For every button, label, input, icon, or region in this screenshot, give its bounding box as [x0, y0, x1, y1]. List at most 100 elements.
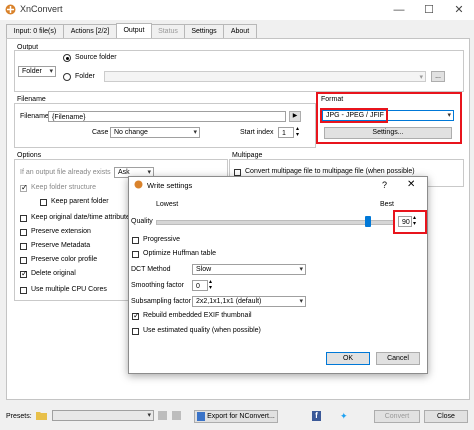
folder-label: Folder: [75, 73, 95, 80]
insert-variable-button[interactable]: ▶: [289, 111, 301, 122]
chevron-down-icon: ▾: [299, 298, 303, 305]
quality-slider-track[interactable]: [156, 220, 394, 225]
keep-original-date-checkbox[interactable]: [20, 215, 27, 222]
format-settings-button[interactable]: Settings...: [324, 127, 452, 139]
output-folder-select-value: Folder: [22, 68, 42, 75]
twitter-icon[interactable]: ✦: [340, 411, 350, 421]
keep-parent-folder-checkbox[interactable]: [40, 199, 47, 206]
spin-down-icon: ▾: [209, 285, 213, 291]
case-select-value: No change: [114, 129, 148, 136]
window-title: XnConvert: [20, 4, 63, 14]
tab-output[interactable]: Output: [116, 23, 152, 39]
quality-label: Quality: [131, 218, 153, 225]
chevron-down-icon: ▾: [193, 129, 197, 136]
convert-button[interactable]: Convert: [374, 410, 420, 423]
smoothing-input[interactable]: 0: [192, 280, 208, 291]
tab-status[interactable]: Status: [151, 24, 185, 38]
export-nconvert-button[interactable]: Export for NConvert...: [194, 410, 278, 423]
quality-spinner[interactable]: ▴ ▾: [413, 215, 416, 227]
close-window-button[interactable]: ✕: [444, 0, 474, 20]
format-section-label: Format: [321, 96, 344, 103]
progressive-label: Progressive: [143, 236, 180, 243]
delete-preset-icon[interactable]: [172, 411, 181, 420]
convert-multipage-label: Convert multipage file to multipage file…: [245, 168, 415, 175]
maximize-button[interactable]: ☐: [414, 0, 444, 20]
delete-original-checkbox[interactable]: [20, 269, 28, 278]
smoothing-spinner[interactable]: ▴ ▾: [209, 279, 212, 291]
spin-down-icon: ▾: [413, 221, 417, 227]
preserve-extension-checkbox[interactable]: [20, 229, 27, 236]
tab-actions[interactable]: Actions [2/2]: [63, 24, 117, 38]
arrow-right-icon: ▶: [292, 113, 298, 119]
filename-label: Filename: [20, 113, 49, 120]
presets-label: Presets:: [6, 413, 32, 420]
keep-original-date-label: Keep original date/time attribute: [31, 214, 130, 221]
filename-group: [14, 103, 316, 148]
quality-best-label: Best: [380, 201, 395, 208]
use-multiple-cpu-checkbox[interactable]: [20, 287, 27, 294]
if-exists-select-value: Ask: [118, 169, 130, 176]
subsampling-label: Subsampling factor: [131, 298, 191, 305]
dct-method-select[interactable]: Slow ▾: [192, 264, 306, 275]
keep-folder-structure-checkbox[interactable]: [20, 183, 28, 192]
quality-slider-thumb[interactable]: [365, 216, 372, 227]
browse-button[interactable]: ...: [431, 71, 445, 82]
start-index-input[interactable]: 1: [278, 127, 294, 138]
preserve-metadata-label: Preserve Metadata: [31, 242, 91, 249]
save-preset-icon[interactable]: [158, 411, 167, 420]
filename-section-label: Filename: [17, 96, 46, 103]
preserve-color-profile-checkbox[interactable]: [20, 257, 27, 264]
optimize-huffman-checkbox[interactable]: [132, 251, 139, 258]
source-folder-radio[interactable]: [63, 54, 71, 62]
chevron-down-icon: ▾: [49, 68, 53, 75]
quality-input[interactable]: 90: [398, 216, 412, 227]
app-logo-icon: [5, 4, 16, 15]
multipage-section-label: Multipage: [232, 152, 263, 159]
folder-radio[interactable]: [63, 73, 71, 81]
if-exists-label: If an output file already exists: [20, 169, 111, 176]
use-estimated-quality-checkbox[interactable]: [132, 328, 139, 335]
optimize-huffman-label: Optimize Huffman table: [143, 250, 217, 257]
facebook-icon[interactable]: f: [312, 411, 321, 421]
dct-method-label: DCT Method: [131, 266, 171, 273]
dialog-close-button[interactable]: ✕: [407, 179, 415, 190]
cancel-button[interactable]: Cancel: [376, 352, 420, 365]
presets-select[interactable]: ▾: [52, 410, 154, 421]
dct-method-value: Slow: [196, 266, 212, 273]
smoothing-label: Smoothing factor: [131, 282, 184, 289]
progressive-checkbox[interactable]: [132, 237, 139, 244]
help-button[interactable]: ?: [382, 180, 387, 190]
ok-button[interactable]: OK: [326, 352, 370, 365]
tab-input[interactable]: Input: 0 file(s): [6, 24, 64, 38]
rebuild-exif-checkbox[interactable]: [132, 311, 140, 320]
output-folder-select[interactable]: Folder ▾: [18, 66, 56, 77]
spin-down-icon: ▾: [296, 132, 300, 138]
chevron-down-icon: ▾: [447, 112, 451, 119]
keep-folder-structure-label: Keep folder structure: [31, 184, 96, 191]
dialog-app-icon: [134, 180, 143, 189]
tab-about[interactable]: About: [223, 24, 257, 38]
output-folder-input[interactable]: ▾: [104, 71, 426, 82]
case-select[interactable]: No change ▾: [110, 127, 200, 138]
chevron-down-icon: ▾: [299, 266, 303, 273]
case-label: Case: [92, 129, 109, 136]
start-index-label: Start index: [240, 129, 274, 136]
use-multiple-cpu-label: Use multiple CPU Cores: [31, 286, 107, 293]
quality-lowest-label: Lowest: [156, 201, 179, 208]
title-bar: XnConvert — ☐ ✕: [0, 0, 474, 20]
close-button[interactable]: Close: [424, 410, 468, 423]
tab-settings[interactable]: Settings: [184, 24, 224, 38]
export-nconvert-label: Export for NConvert...: [207, 413, 275, 420]
convert-multipage-checkbox[interactable]: [234, 169, 241, 176]
format-value-highlight: [320, 108, 388, 123]
preserve-metadata-checkbox[interactable]: [20, 243, 27, 250]
minimize-button[interactable]: —: [384, 0, 414, 20]
keep-parent-folder-label: Keep parent folder: [51, 198, 109, 205]
folder-icon[interactable]: [36, 411, 47, 420]
rebuild-exif-label: Rebuild embedded EXIF thumbnail: [143, 312, 252, 319]
preserve-color-profile-label: Preserve color profile: [31, 256, 98, 263]
start-index-spinner[interactable]: ▴ ▾: [296, 126, 299, 138]
chevron-down-icon: ▾: [419, 74, 423, 81]
filename-input[interactable]: {Filename}: [48, 111, 286, 122]
subsampling-select[interactable]: 2x2,1x1,1x1 (default) ▾: [192, 296, 306, 307]
